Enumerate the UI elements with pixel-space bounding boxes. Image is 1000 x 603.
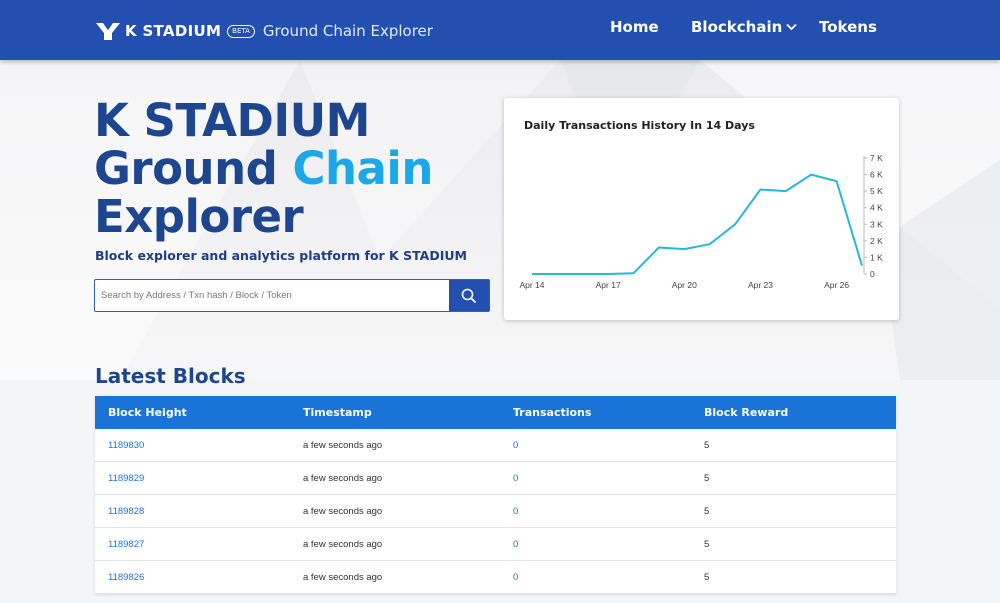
table-row: 1189829 a few seconds ago 0 5 xyxy=(95,462,896,495)
block-txns-link[interactable]: 0 xyxy=(513,473,518,484)
block-height-link[interactable]: 1189829 xyxy=(108,473,144,484)
main-nav: Home Blockchain Tokens xyxy=(0,18,1000,40)
y-tick-label: 7 K xyxy=(870,153,883,163)
nav-blockchain[interactable]: Blockchain xyxy=(691,18,797,36)
block-height-link[interactable]: 1189830 xyxy=(108,440,144,451)
top-navbar: K STADIUM BETA Ground Chain Explorer Hom… xyxy=(0,0,1000,60)
col-timestamp: Timestamp xyxy=(303,406,372,419)
hero-title-line3: Explorer xyxy=(94,190,304,243)
search-input[interactable] xyxy=(95,280,449,311)
y-tick-label: 2 K xyxy=(870,236,883,246)
table-row: 1189827 a few seconds ago 0 5 xyxy=(95,528,896,561)
y-tick-label: 5 K xyxy=(870,186,883,196)
hero-title-line1: K STADIUM xyxy=(94,94,370,147)
block-timestamp: a few seconds ago xyxy=(303,439,383,451)
hero-title-ground: Ground xyxy=(94,142,293,195)
transactions-chart-card: Daily Transactions History In 14 Days 01… xyxy=(504,98,899,320)
block-txns-link[interactable]: 0 xyxy=(513,506,518,517)
block-reward: 5 xyxy=(704,505,710,517)
block-reward: 5 xyxy=(704,571,710,583)
block-timestamp: a few seconds ago xyxy=(303,571,383,583)
col-block-reward: Block Reward xyxy=(704,406,789,419)
block-reward: 5 xyxy=(704,538,710,550)
x-tick-label: Apr 20 xyxy=(672,280,697,290)
block-reward: 5 xyxy=(704,472,710,484)
block-txns-link[interactable]: 0 xyxy=(513,572,518,583)
search-icon xyxy=(461,288,477,303)
nav-tokens[interactable]: Tokens xyxy=(819,18,877,36)
col-block-height: Block Height xyxy=(108,406,187,419)
y-tick-label: 6 K xyxy=(870,170,883,180)
nav-home[interactable]: Home xyxy=(610,18,659,36)
nav-blockchain-label: Blockchain xyxy=(691,18,783,36)
block-height-link[interactable]: 1189827 xyxy=(108,539,144,550)
block-timestamp: a few seconds ago xyxy=(303,538,383,550)
hero-title: K STADIUM Ground Chain Explorer xyxy=(94,97,433,241)
block-height-link[interactable]: 1189828 xyxy=(108,506,144,517)
latest-blocks-title: Latest Blocks xyxy=(95,364,246,388)
table-row: 1189830 a few seconds ago 0 5 xyxy=(95,429,896,462)
search-button[interactable] xyxy=(449,280,489,311)
chevron-down-icon xyxy=(786,23,797,31)
hero-subtitle: Block explorer and analytics platform fo… xyxy=(95,248,467,263)
y-tick-label: 1 K xyxy=(870,252,883,262)
search-box xyxy=(94,279,490,312)
block-timestamp: a few seconds ago xyxy=(303,505,383,517)
col-transactions: Transactions xyxy=(513,406,592,419)
table-row: 1189826 a few seconds ago 0 5 xyxy=(95,561,896,594)
block-height-link[interactable]: 1189826 xyxy=(108,572,144,583)
x-tick-label: Apr 26 xyxy=(824,280,849,290)
table-row: 1189828 a few seconds ago 0 5 xyxy=(95,495,896,528)
x-tick-label: Apr 23 xyxy=(748,280,773,290)
latest-blocks-table: Block Height Timestamp Transactions Bloc… xyxy=(95,396,896,594)
x-tick-label: Apr 17 xyxy=(596,280,621,290)
hero-title-line2: Ground Chain xyxy=(94,145,433,193)
block-txns-link[interactable]: 0 xyxy=(513,440,518,451)
series-line xyxy=(532,173,863,275)
transactions-chart: 0 1 K 2 K 3 K 4 K 5 K 6 K 7 K Apr 14 Apr 17 Apr 20… xyxy=(519,153,883,290)
x-tick-label: Apr 14 xyxy=(519,280,544,290)
y-tick-label: 4 K xyxy=(870,203,883,213)
block-reward: 5 xyxy=(704,439,710,451)
block-timestamp: a few seconds ago xyxy=(303,472,383,484)
y-tick-label: 3 K xyxy=(870,219,883,229)
hero-title-chain: Chain xyxy=(292,142,434,195)
table-header: Block Height Timestamp Transactions Bloc… xyxy=(95,396,896,429)
block-txns-link[interactable]: 0 xyxy=(513,539,518,550)
y-tick-label: 0 xyxy=(870,269,875,279)
